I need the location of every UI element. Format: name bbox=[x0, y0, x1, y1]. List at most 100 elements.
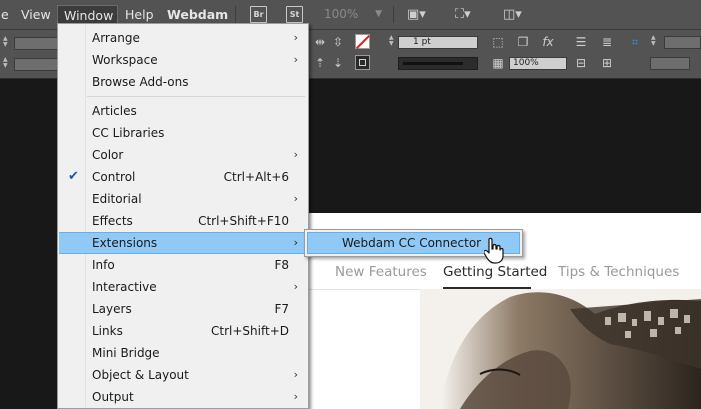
menu-item-shortcut: F7 bbox=[274, 302, 289, 316]
window-menu-dropdown: Arrange › Workspace › Browse Add-ons Art… bbox=[57, 23, 309, 409]
menu-item-label: Editorial bbox=[92, 192, 142, 206]
reference-point-field[interactable] bbox=[664, 36, 701, 49]
stock-icon[interactable]: St bbox=[286, 6, 303, 23]
chevron-right-icon: › bbox=[293, 148, 298, 161]
bridge-icon[interactable]: Br bbox=[250, 6, 267, 23]
nav-getting-started[interactable]: Getting Started bbox=[443, 264, 547, 280]
menu-help[interactable]: Help bbox=[121, 4, 158, 25]
menu-item-workspace[interactable]: Workspace › bbox=[59, 49, 307, 71]
hero-image bbox=[420, 289, 701, 409]
menu-item-shortcut: Ctrl+Alt+6 bbox=[223, 170, 289, 184]
menu-item-layers[interactable]: Layers F7 bbox=[59, 298, 307, 320]
drop-shadow-icon[interactable]: ❐ bbox=[516, 35, 530, 49]
menu-item-articles[interactable]: Articles bbox=[59, 100, 307, 122]
zoom-level-value: 100% bbox=[324, 7, 359, 21]
menu-item-cc-libraries[interactable]: CC Libraries bbox=[59, 122, 307, 144]
stroke-color-swatch[interactable] bbox=[355, 55, 370, 70]
menu-item-extensions[interactable]: Extensions › bbox=[59, 232, 307, 254]
flip-vertical-icon[interactable]: ⇳ bbox=[331, 35, 345, 49]
spinner-arrows-icon[interactable]: ▲ ▼ bbox=[389, 35, 396, 48]
stroke-none-swatch[interactable] bbox=[355, 34, 370, 49]
spinner-arrows-icon[interactable]: ▲ ▼ bbox=[3, 57, 10, 70]
spinner-arrows-icon[interactable]: ▲ ▼ bbox=[3, 36, 10, 49]
chevron-right-icon: › bbox=[293, 368, 298, 381]
flip-horizontal-icon[interactable]: ⇹ bbox=[313, 35, 327, 49]
indesign-window: e View Window Help Webdam Br St 100% ▼ ▣… bbox=[0, 0, 701, 409]
chevron-right-icon: › bbox=[293, 390, 298, 403]
menu-item-effects[interactable]: Effects Ctrl+Shift+F10 bbox=[59, 210, 307, 232]
stroke-type-field[interactable] bbox=[398, 57, 478, 70]
text-wrap-icon[interactable]: ⊟ bbox=[574, 56, 588, 70]
menu-item-editorial[interactable]: Editorial › bbox=[59, 188, 307, 210]
stroke-type-preview bbox=[403, 62, 463, 65]
arrange-documents-icon[interactable]: ◫▾ bbox=[503, 6, 522, 23]
menu-item-arrange[interactable]: Arrange › bbox=[59, 27, 307, 49]
menu-item-label: Effects bbox=[92, 214, 133, 228]
chevron-right-icon: › bbox=[293, 53, 298, 66]
menu-item-label: Workspace bbox=[92, 53, 158, 67]
woman-village-photo bbox=[420, 289, 701, 409]
checkmark-icon: ✔ bbox=[68, 169, 79, 184]
menu-item-label: Browse Add-ons bbox=[92, 75, 189, 89]
menu-item-label: Links bbox=[92, 324, 123, 338]
y-position-field[interactable] bbox=[14, 58, 58, 71]
menu-item-label: Layers bbox=[92, 302, 132, 316]
opacity-checker-icon: ▦ bbox=[492, 56, 504, 70]
menu-item-color[interactable]: Color › bbox=[59, 144, 307, 166]
menu-item-label: Extensions bbox=[92, 236, 158, 250]
opacity-field[interactable]: 100% bbox=[509, 57, 567, 70]
menu-item-label: Articles bbox=[92, 104, 137, 118]
view-options-icon[interactable]: ▣▾ bbox=[407, 6, 426, 23]
menu-item-label: Color bbox=[92, 148, 124, 162]
menu-item-label: Mini Bridge bbox=[92, 346, 160, 360]
text-wrap-bounding-icon[interactable]: ⊞ bbox=[600, 56, 614, 70]
submenu-item-label: Webdam CC Connector bbox=[342, 236, 482, 250]
menu-item-object-layout[interactable]: Object & Layout › bbox=[59, 364, 307, 386]
chevron-right-icon: › bbox=[293, 236, 298, 249]
menubar-divider bbox=[393, 6, 394, 23]
zoom-level-field[interactable]: 100% ▼ bbox=[324, 6, 382, 23]
style-dropdown[interactable] bbox=[650, 57, 690, 70]
menu-item-links[interactable]: Links Ctrl+Shift+D bbox=[59, 320, 307, 342]
spinner-arrows-icon[interactable]: ▲ ▼ bbox=[651, 35, 658, 48]
menu-item-interactive[interactable]: Interactive › bbox=[59, 276, 307, 298]
menu-webdam[interactable]: Webdam bbox=[163, 4, 232, 25]
frame-fitting-icon[interactable]: ⌗ bbox=[628, 35, 642, 49]
align-left-icon[interactable]: ☰ bbox=[574, 35, 588, 49]
stroke-weight-value: 1 pt bbox=[413, 37, 431, 47]
opacity-value: 100% bbox=[513, 58, 539, 68]
menu-item-shortcut: F8 bbox=[274, 258, 289, 272]
effects-fx-icon[interactable]: fx bbox=[541, 35, 555, 49]
menu-item-label: Object & Layout bbox=[92, 368, 189, 382]
menu-item-mini-bridge[interactable]: Mini Bridge bbox=[59, 342, 307, 364]
menu-item-label: Interactive bbox=[92, 280, 157, 294]
menu-item-label: Arrange bbox=[92, 31, 140, 45]
menu-item-label: Info bbox=[92, 258, 115, 272]
menu-edit-partial[interactable]: e bbox=[0, 4, 13, 25]
fitting-icon[interactable]: ⬚ bbox=[491, 35, 505, 49]
menu-item-label: CC Libraries bbox=[92, 126, 165, 140]
menu-item-info[interactable]: Info F8 bbox=[59, 254, 307, 276]
menu-item-label: Control bbox=[92, 170, 136, 184]
nav-tips-techniques[interactable]: Tips & Techniques bbox=[558, 264, 679, 280]
x-position-field[interactable] bbox=[14, 37, 58, 50]
hand-cursor-icon bbox=[484, 237, 504, 264]
menu-item-control[interactable]: ✔ Control Ctrl+Alt+6 bbox=[59, 166, 307, 188]
menu-view[interactable]: View bbox=[17, 4, 55, 25]
menu-item-shortcut: Ctrl+Shift+D bbox=[211, 324, 289, 338]
menu-item-output[interactable]: Output › bbox=[59, 386, 307, 408]
screen-mode-icon[interactable]: ⛶▾ bbox=[455, 6, 471, 23]
nav-new-features[interactable]: New Features bbox=[335, 264, 427, 280]
select-content-icon[interactable]: ⇣ bbox=[331, 56, 345, 70]
chevron-right-icon: › bbox=[293, 31, 298, 44]
chevron-right-icon: › bbox=[293, 192, 298, 205]
chevron-right-icon: › bbox=[293, 280, 298, 293]
menubar-divider bbox=[235, 6, 236, 23]
menu-item-label: Output bbox=[92, 390, 134, 404]
menu-item-browse-add-ons[interactable]: Browse Add-ons bbox=[59, 71, 307, 93]
stroke-weight-field[interactable]: 1 pt bbox=[398, 36, 478, 49]
select-container-icon[interactable]: ⇡ bbox=[313, 56, 327, 70]
menu-separator bbox=[87, 96, 305, 97]
chevron-down-icon: ▼ bbox=[375, 9, 382, 19]
align-center-icon[interactable]: ≣ bbox=[600, 35, 614, 49]
